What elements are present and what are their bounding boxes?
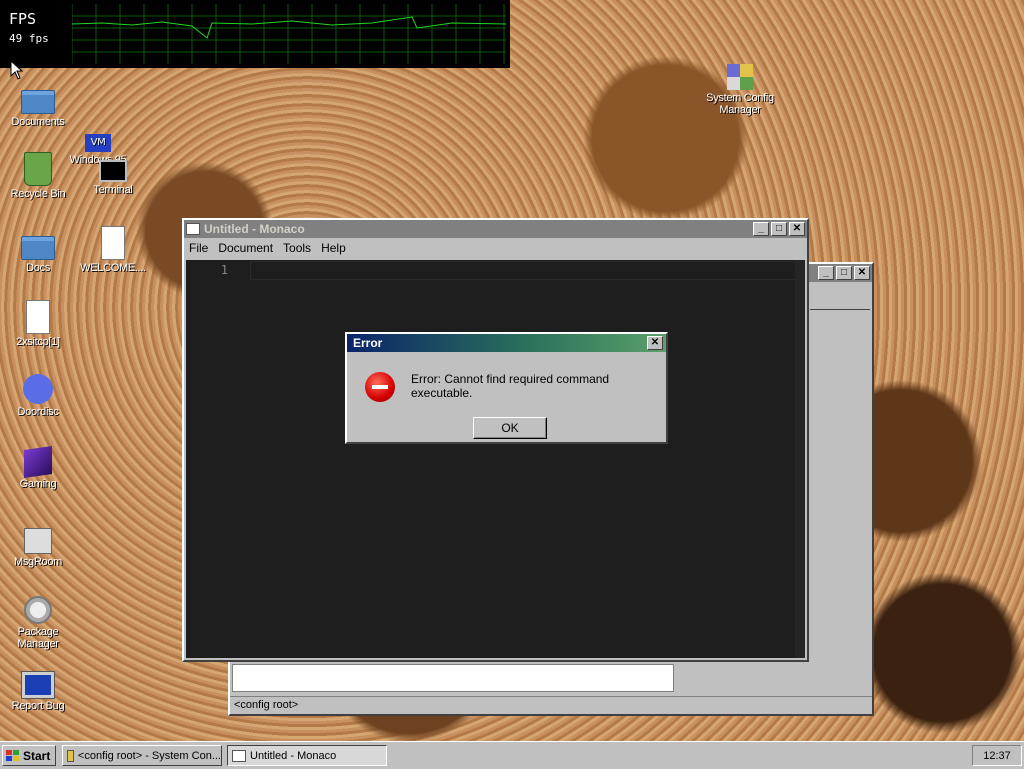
maximize-button[interactable]: □	[836, 266, 852, 280]
desktop-icon-report-bug[interactable]: Report Bug	[3, 668, 73, 712]
line-number: 1	[220, 263, 228, 277]
desktop-icon-documents[interactable]: Documents	[3, 82, 73, 128]
desktop-icon-doordisc[interactable]: Doordisc	[3, 374, 73, 418]
document-icon	[26, 300, 50, 334]
config-status-bar: <config root>	[230, 696, 872, 713]
desktop-icon-docs[interactable]: Docs	[3, 228, 73, 274]
code-editor[interactable]: 1	[186, 260, 805, 658]
desktop-icon-terminal[interactable]: Terminal	[78, 160, 148, 196]
folder-icon	[21, 90, 55, 114]
discord-icon	[23, 374, 53, 404]
dialog-close-button[interactable]: ✕	[647, 336, 663, 350]
gaming-cube-icon	[24, 446, 52, 478]
config-manager-icon	[727, 64, 753, 90]
start-button[interactable]: Start	[2, 745, 56, 766]
error-message: Error: Cannot find required command exec…	[411, 372, 610, 400]
desktop-icon-msgroom[interactable]: MsgRoom	[3, 522, 73, 568]
desktop-icon-welcome[interactable]: WELCOME....	[78, 226, 148, 274]
mouse-cursor-icon	[10, 60, 24, 80]
fps-label: FPS	[9, 10, 37, 28]
close-button[interactable]: ✕	[789, 222, 805, 236]
menu-tools[interactable]: Tools	[278, 241, 316, 255]
error-dialog[interactable]: Error ✕ Error: Cannot find required comm…	[345, 332, 668, 444]
config-input-area[interactable]	[232, 664, 674, 692]
chat-windows-icon	[24, 528, 52, 554]
vertical-scrollbar[interactable]	[795, 260, 805, 658]
desktop-icon-2xsitcp[interactable]: 2xsitcp[1]	[3, 300, 73, 348]
desktop-icon-package-manager[interactable]: Package Manager	[3, 596, 73, 650]
monitor-icon	[21, 671, 55, 699]
fps-meter: FPS 49 fps	[0, 0, 510, 68]
minimize-button[interactable]: _	[818, 266, 834, 280]
vm-icon: VM	[85, 134, 111, 152]
clock: 12:37	[972, 745, 1022, 766]
editor-titlebar[interactable]: Untitled - Monaco _ □ ✕	[184, 220, 807, 238]
current-line-highlight	[250, 261, 797, 280]
app-icon	[232, 749, 246, 762]
desktop-icon-gaming[interactable]: Gaming	[3, 446, 73, 490]
line-gutter: 1	[186, 260, 246, 658]
error-title: Error	[353, 336, 383, 350]
windows-logo-icon	[6, 749, 19, 761]
taskbar-item-system-config[interactable]: <config root> - System Con...	[62, 745, 222, 766]
menu-file[interactable]: File	[184, 241, 213, 255]
terminal-icon	[99, 160, 127, 182]
folder-icon	[21, 236, 55, 260]
maximize-button[interactable]: □	[771, 222, 787, 236]
package-disc-icon	[24, 596, 52, 624]
document-icon	[101, 226, 125, 260]
desktop-icon-system-config-manager[interactable]: System Config Manager	[705, 64, 775, 116]
fps-graph	[72, 4, 506, 64]
app-icon	[186, 223, 200, 235]
editor-menubar: File Document Tools Help	[184, 238, 807, 258]
menu-help[interactable]: Help	[316, 241, 351, 255]
taskbar-item-monaco[interactable]: Untitled - Monaco	[227, 745, 387, 766]
config-manager-icon	[67, 749, 74, 762]
recycle-bin-icon	[24, 152, 52, 186]
error-titlebar[interactable]: Error	[347, 334, 666, 352]
editor-title: Untitled - Monaco	[204, 222, 305, 236]
minimize-button[interactable]: _	[753, 222, 769, 236]
close-button[interactable]: ✕	[854, 266, 870, 280]
divider	[810, 309, 870, 310]
taskbar: Start <config root> - System Con... Unti…	[0, 741, 1024, 769]
ok-button[interactable]: OK	[473, 417, 547, 439]
error-stop-icon	[365, 372, 395, 402]
fps-value: 49 fps	[9, 32, 49, 45]
menu-document[interactable]: Document	[213, 241, 278, 255]
